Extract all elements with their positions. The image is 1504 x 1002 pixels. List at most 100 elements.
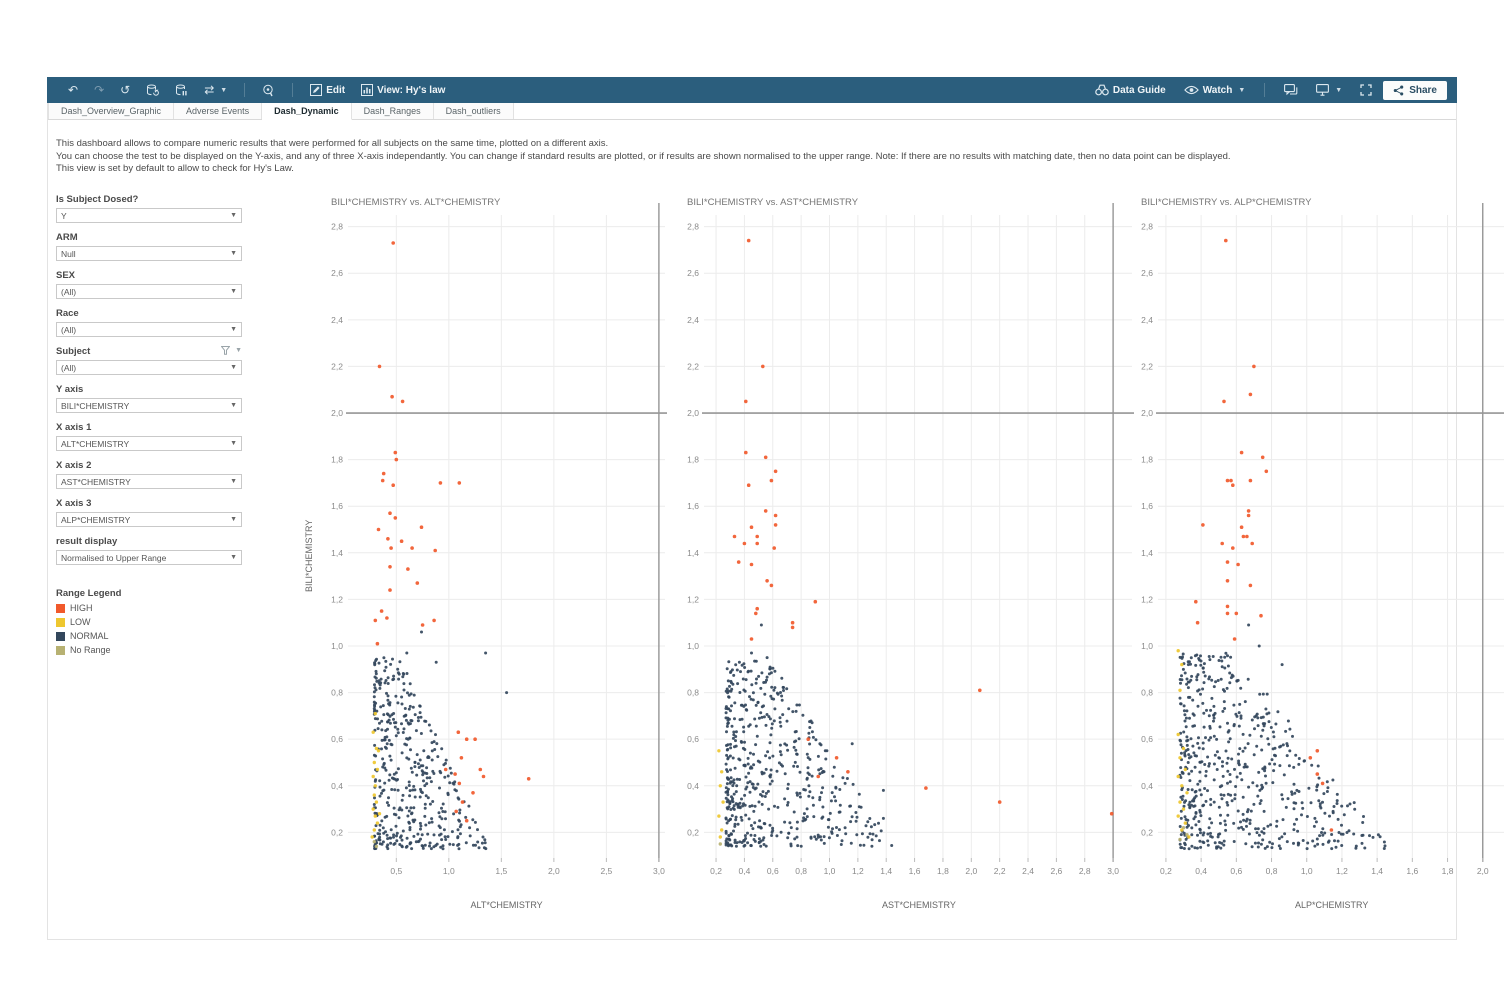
sheet-tab-dash-dynamic[interactable]: Dash_Dynamic bbox=[262, 103, 352, 120]
tableau-window: ↶ ↷ ↺ ⇄▼ Edit View: Hy's law bbox=[47, 78, 1457, 940]
svg-text:2,0: 2,0 bbox=[548, 866, 560, 876]
filter-value-is-subject-dosed: Y bbox=[61, 211, 67, 221]
svg-text:1,6: 1,6 bbox=[1141, 501, 1153, 511]
filter-dropdown-is-subject-dosed[interactable]: Y▼ bbox=[56, 208, 242, 223]
gridlines bbox=[704, 215, 1132, 858]
svg-text:1,2: 1,2 bbox=[687, 594, 699, 604]
undo-button[interactable]: ↶ bbox=[61, 81, 85, 99]
sheet-tab-adverse-events[interactable]: Adverse Events bbox=[174, 103, 262, 119]
svg-text:1,2: 1,2 bbox=[852, 866, 864, 876]
redo-button[interactable]: ↷ bbox=[87, 81, 111, 99]
svg-text:0,4: 0,4 bbox=[331, 781, 343, 791]
legend-item-high[interactable]: HIGH bbox=[56, 603, 121, 613]
filter-dropdown-x-axis-3[interactable]: ALP*CHEMISTRY▼ bbox=[56, 512, 242, 527]
svg-text:3,0: 3,0 bbox=[1107, 866, 1119, 876]
fullscreen-button[interactable] bbox=[1353, 81, 1379, 99]
explain-data-icon bbox=[262, 84, 275, 97]
filter-dropdown-subject[interactable]: (All) ▼ bbox=[56, 360, 242, 375]
pause-updates-button[interactable] bbox=[168, 81, 195, 100]
data-guide-button[interactable]: Data Guide bbox=[1088, 81, 1173, 99]
filter-label-y-axis: Y axis bbox=[56, 384, 242, 395]
svg-text:2,2: 2,2 bbox=[331, 361, 343, 371]
watch-dropdown[interactable]: Watch ▼ bbox=[1177, 82, 1253, 99]
filter-value-arm: Null bbox=[61, 249, 76, 259]
svg-text:1,5: 1,5 bbox=[495, 866, 507, 876]
scatter-points bbox=[1177, 239, 1387, 850]
share-button[interactable]: Share bbox=[1383, 81, 1447, 100]
filter-menu-caret-icon[interactable]: ▼ bbox=[235, 347, 242, 354]
svg-text:1,4: 1,4 bbox=[880, 866, 892, 876]
view-indicator[interactable]: View: Hy's law bbox=[354, 81, 452, 99]
svg-text:1,2: 1,2 bbox=[331, 594, 343, 604]
revert-button[interactable]: ↺ bbox=[113, 81, 137, 99]
sheet-tab-bar: Dash_Overview_GraphicAdverse EventsDash_… bbox=[48, 103, 1456, 120]
refresh-data-button[interactable] bbox=[139, 81, 166, 100]
svg-text:1,8: 1,8 bbox=[937, 866, 949, 876]
autosave-dropdown[interactable]: ⇄▼ bbox=[197, 81, 234, 99]
legend-item-normal[interactable]: NORMAL bbox=[56, 631, 121, 641]
scatter-points bbox=[371, 241, 531, 850]
svg-text:1,0: 1,0 bbox=[687, 641, 699, 651]
svg-text:2,4: 2,4 bbox=[1022, 866, 1034, 876]
svg-text:0,2: 0,2 bbox=[710, 866, 722, 876]
legend-item-low[interactable]: LOW bbox=[56, 617, 121, 627]
filter-dropdown-x-axis-1[interactable]: ALT*CHEMISTRY▼ bbox=[56, 436, 242, 451]
dashboard-description: This dashboard allows to compare numeric… bbox=[56, 138, 1316, 176]
scatter-chart-3: 0,20,40,60,81,01,21,41,61,82,02,22,42,62… bbox=[1136, 195, 1504, 925]
sheet-tab-dash-ranges[interactable]: Dash_Ranges bbox=[352, 103, 434, 119]
revert-icon: ↺ bbox=[120, 84, 130, 96]
svg-text:1,2: 1,2 bbox=[1336, 866, 1348, 876]
filter-result-display: result display Normalised to Upper Range▼ bbox=[56, 536, 242, 565]
svg-text:0,8: 0,8 bbox=[331, 688, 343, 698]
filter-dropdown-sex[interactable]: (All)▼ bbox=[56, 284, 242, 299]
filter-value-x-axis-2: AST*CHEMISTRY bbox=[61, 477, 131, 487]
sheet-tab-dash-outliers[interactable]: Dash_outliers bbox=[434, 103, 514, 119]
edit-button[interactable]: Edit bbox=[303, 81, 352, 99]
device-layout-dropdown[interactable]: ▼ bbox=[1309, 81, 1349, 99]
filter-label-result-display: result display bbox=[56, 536, 242, 547]
svg-text:0,4: 0,4 bbox=[739, 866, 751, 876]
svg-text:2,0: 2,0 bbox=[331, 408, 343, 418]
filter-label-x-axis-3: X axis 3 bbox=[56, 498, 242, 509]
svg-text:1,0: 1,0 bbox=[824, 866, 836, 876]
filter-value-subject: (All) bbox=[61, 363, 76, 373]
svg-text:1,8: 1,8 bbox=[1442, 866, 1454, 876]
comments-button[interactable] bbox=[1277, 81, 1305, 99]
comments-icon bbox=[1284, 84, 1298, 96]
chevron-down-icon: ▼ bbox=[230, 212, 237, 219]
chevron-down-icon: ▼ bbox=[230, 554, 237, 561]
explain-data-button[interactable] bbox=[255, 81, 282, 100]
chart-title-3: BILI*CHEMISTRY vs. ALP*CHEMISTRY bbox=[1141, 197, 1312, 208]
x-axis-label-3: ALP*CHEMISTRY bbox=[1295, 900, 1368, 910]
svg-text:1,6: 1,6 bbox=[1406, 866, 1418, 876]
filter-x-axis-1: X axis 1ALT*CHEMISTRY▼ bbox=[56, 422, 242, 451]
legend-item-no-range[interactable]: No Range bbox=[56, 645, 121, 655]
redo-icon: ↷ bbox=[94, 84, 104, 96]
screenshot-canvas: { "toolbar": { "edit_label": "Edit", "vi… bbox=[0, 0, 1504, 1002]
filter-dropdown-result-display[interactable]: Normalised to Upper Range▼ bbox=[56, 550, 242, 565]
svg-text:1,4: 1,4 bbox=[1371, 866, 1383, 876]
filter-dropdown-x-axis-2[interactable]: AST*CHEMISTRY ▼ bbox=[56, 474, 242, 489]
chevron-down-icon: ▼ bbox=[230, 478, 237, 485]
svg-text:1,0: 1,0 bbox=[331, 641, 343, 651]
svg-text:1,0: 1,0 bbox=[1301, 866, 1313, 876]
filter-dropdown-race[interactable]: (All)▼ bbox=[56, 322, 242, 337]
chevron-down-icon: ▼ bbox=[230, 250, 237, 257]
share-button-label: Share bbox=[1409, 85, 1437, 96]
sheet-tab-dash-overview-graphic[interactable]: Dash_Overview_Graphic bbox=[48, 103, 174, 119]
legend-swatch bbox=[56, 632, 65, 641]
svg-text:2,8: 2,8 bbox=[687, 222, 699, 232]
svg-text:0,8: 0,8 bbox=[1141, 688, 1153, 698]
svg-text:0,4: 0,4 bbox=[687, 781, 699, 791]
filter-dropdown-y-axis[interactable]: BILI*CHEMISTRY▼ bbox=[56, 398, 242, 413]
legend-label: HIGH bbox=[70, 603, 93, 613]
filter-value-x-axis-1: ALT*CHEMISTRY bbox=[61, 439, 129, 449]
filter-label-arm: ARM bbox=[56, 232, 242, 243]
view-name-label: View: Hy's law bbox=[377, 85, 445, 96]
filter-y-axis: Y axis BILI*CHEMISTRY▼ bbox=[56, 384, 242, 413]
chevron-down-icon: ▼ bbox=[1238, 87, 1245, 94]
chevron-down-icon: ▼ bbox=[230, 364, 237, 371]
svg-text:0,4: 0,4 bbox=[1195, 866, 1207, 876]
filter-dropdown-arm[interactable]: Null ▼ bbox=[56, 246, 242, 261]
chevron-down-icon: ▼ bbox=[230, 402, 237, 409]
